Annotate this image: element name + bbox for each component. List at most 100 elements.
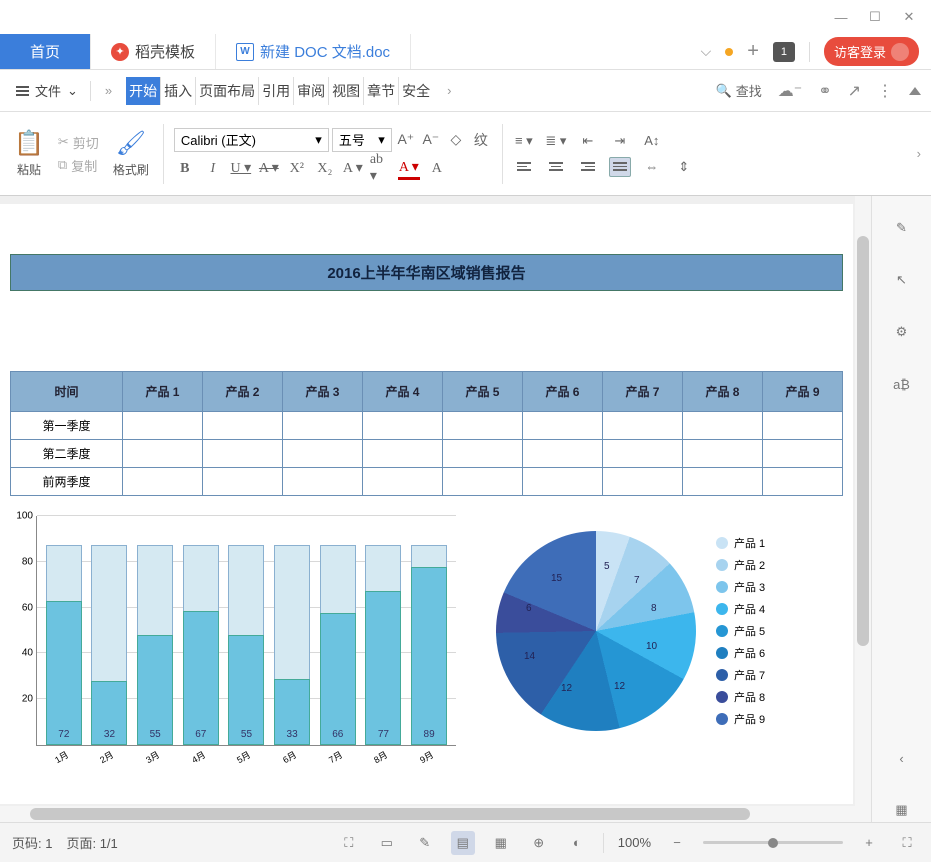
decrease-font-button[interactable]: A⁻	[420, 129, 442, 151]
table-header: 产品 9	[762, 372, 842, 412]
read-mode-icon[interactable]: ▭	[375, 831, 399, 855]
notification-dot	[725, 48, 733, 56]
tab-document[interactable]: W 新建 DOC 文档.doc	[216, 34, 411, 69]
login-label: 访客登录	[834, 42, 886, 61]
phonetic-button[interactable]: 纹	[470, 129, 492, 151]
ribbon-tab-layout[interactable]: 页面布局	[196, 77, 259, 105]
close-button[interactable]: ✕	[901, 9, 917, 25]
distribute-button[interactable]: ⇔	[641, 157, 663, 177]
font-size-value: 五号	[339, 130, 365, 149]
overflow-right-icon[interactable]: ›	[439, 83, 459, 98]
settings-sliders-icon[interactable]: ⚙	[890, 320, 914, 344]
cloud-icon[interactable]: ☁⁻	[778, 81, 802, 101]
maximize-button[interactable]: ☐	[867, 9, 883, 25]
more-icon[interactable]: ⋮	[877, 81, 893, 101]
zoom-value: 100%	[618, 835, 651, 850]
superscript-button[interactable]: X²	[286, 158, 308, 180]
table-row: 第二季度	[11, 440, 843, 468]
increase-indent-button[interactable]: ⇥	[609, 131, 631, 151]
scrollbar-thumb[interactable]	[30, 808, 750, 820]
horizontal-scrollbar[interactable]	[0, 806, 855, 822]
copy-icon: ⧉	[58, 157, 67, 173]
page-mode-icon[interactable]: ▤	[451, 831, 475, 855]
copy-button[interactable]: ⧉复制	[58, 156, 99, 175]
tab-templates[interactable]: ✦ 稻壳模板	[91, 34, 216, 69]
bullet-list-button[interactable]: ≡ ▾	[513, 131, 535, 151]
number-list-button[interactable]: ≣ ▾	[545, 131, 567, 151]
fullscreen-icon[interactable]: ⛶	[337, 831, 361, 855]
pie-legend: 产品 1产品 2产品 3产品 4产品 5产品 6产品 7产品 8产品 9	[716, 535, 765, 727]
tab-counter[interactable]: 1	[773, 42, 795, 62]
font-size-select[interactable]: 五号▾	[332, 128, 392, 152]
web-mode-icon[interactable]: ⊕	[527, 831, 551, 855]
vertical-scrollbar[interactable]	[855, 196, 871, 822]
paste-button[interactable]: 📋 粘贴	[10, 129, 48, 178]
table-header: 产品 1	[122, 372, 202, 412]
share-person-icon[interactable]: ⚭	[818, 81, 831, 101]
text-direction-button[interactable]: A↕	[641, 131, 663, 151]
status-bar: 页码: 1 页面: 1/1 ⛶ ▭ ✎ ▤ ▦ ⊕ ◐ 100% − + ⛶	[0, 822, 931, 862]
collapse-ribbon-icon[interactable]	[909, 87, 921, 95]
align-left-button[interactable]	[513, 157, 535, 177]
document-page[interactable]: 2016上半年华南区域销售报告 GXI 网 时间产品 1产品 2产品 3产品 4…	[0, 204, 853, 804]
outline-mode-icon[interactable]: ▦	[489, 831, 513, 855]
table-header: 产品 5	[442, 372, 522, 412]
clear-format-button[interactable]: ◇	[445, 129, 467, 151]
text-effect-button[interactable]: A ▾	[342, 158, 364, 180]
share-icon[interactable]: ↗	[848, 81, 861, 101]
tab-home[interactable]: 首页	[0, 34, 91, 69]
display-icon[interactable]: ⌵	[701, 43, 712, 60]
ribbon-tab-view[interactable]: 视图	[329, 77, 364, 105]
zoom-out-button[interactable]: −	[665, 831, 689, 855]
file-menu[interactable]: 文件 ⌄	[10, 77, 84, 104]
zoom-in-button[interactable]: +	[857, 831, 881, 855]
format-painter-button[interactable]: 🖌 格式刷	[109, 129, 153, 178]
increase-font-button[interactable]: A⁺	[395, 129, 417, 151]
underline-button[interactable]: U ▾	[230, 158, 252, 180]
table-header: 产品 4	[362, 372, 442, 412]
ribbon-overflow-icon[interactable]: ›	[917, 146, 921, 161]
menu-bar: 文件 ⌄ » 开始 插入 页面布局 引用 审阅 视图 章节 安全 › 🔍 查找 …	[0, 70, 931, 112]
focus-mode-icon[interactable]: ◐	[565, 831, 589, 855]
zoom-slider[interactable]	[703, 841, 843, 844]
line-spacing-button[interactable]: ⇕	[673, 157, 695, 177]
ribbon-tab-chapter[interactable]: 章节	[364, 77, 399, 105]
ribbon-tab-review[interactable]: 审阅	[294, 77, 329, 105]
align-justify-button[interactable]	[609, 157, 631, 177]
pencil-icon[interactable]: ✎	[890, 216, 914, 240]
ribbon-tab-start[interactable]: 开始	[126, 77, 161, 105]
table-header: 产品 2	[202, 372, 282, 412]
strikethrough-button[interactable]: A ▾	[258, 158, 280, 180]
subscript-button[interactable]: X₂	[314, 158, 336, 180]
cut-label: 剪切	[73, 133, 99, 152]
scrollbar-thumb[interactable]	[857, 236, 869, 646]
decrease-indent-button[interactable]: ⇤	[577, 131, 599, 151]
new-tab-button[interactable]: +	[747, 40, 759, 63]
login-button[interactable]: 访客登录	[824, 37, 919, 66]
ribbon-tab-reference[interactable]: 引用	[259, 77, 294, 105]
bold-button[interactable]: B	[174, 158, 196, 180]
zoom-knob[interactable]	[768, 838, 778, 848]
window-titlebar: — ☐ ✕	[0, 0, 931, 34]
font-color-button[interactable]: A ▾	[398, 158, 420, 180]
chevron-left-icon[interactable]: ‹	[890, 746, 914, 770]
char-shading-button[interactable]: A	[426, 158, 448, 180]
font-family-select[interactable]: Calibri (正文)▾	[174, 128, 329, 152]
pointer-icon[interactable]: ↖	[890, 268, 914, 292]
align-right-button[interactable]	[577, 157, 599, 177]
italic-button[interactable]: I	[202, 158, 224, 180]
search-button[interactable]: 🔍 查找	[716, 81, 762, 100]
ribbon-tab-security[interactable]: 安全	[399, 77, 433, 105]
edit-mode-icon[interactable]: ✎	[413, 831, 437, 855]
fit-screen-icon[interactable]: ⛶	[895, 831, 919, 855]
cut-button[interactable]: ✂剪切	[58, 133, 99, 152]
highlight-button[interactable]: ab ▾	[370, 158, 392, 180]
grid-icon[interactable]: ▦	[890, 798, 914, 822]
data-table: 时间产品 1产品 2产品 3产品 4产品 5产品 6产品 7产品 8产品 9 第…	[10, 371, 843, 496]
overflow-left-icon[interactable]: »	[97, 83, 120, 98]
align-center-button[interactable]	[545, 157, 567, 177]
minimize-button[interactable]: —	[833, 9, 849, 25]
translate-icon[interactable]: a₿	[890, 372, 914, 396]
page-count: 页面: 1/1	[66, 833, 117, 852]
ribbon-tab-insert[interactable]: 插入	[161, 77, 196, 105]
